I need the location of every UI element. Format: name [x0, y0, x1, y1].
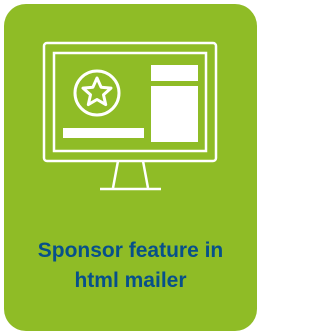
caption-line-1: Sponsor feature in — [37, 239, 224, 262]
monitor-star-icon — [42, 41, 218, 191]
caption-line-2: html mailer — [74, 269, 187, 292]
sidebar-block-bottom — [151, 86, 198, 142]
content-bar — [63, 128, 144, 138]
sponsor-feature-card[interactable]: Sponsor feature in html mailer — [4, 4, 257, 331]
sidebar-block-top — [151, 65, 198, 81]
star-icon — [81, 76, 113, 107]
monitor-stand-neck — [111, 160, 150, 189]
caption: Sponsor feature in html mailer — [4, 236, 257, 296]
